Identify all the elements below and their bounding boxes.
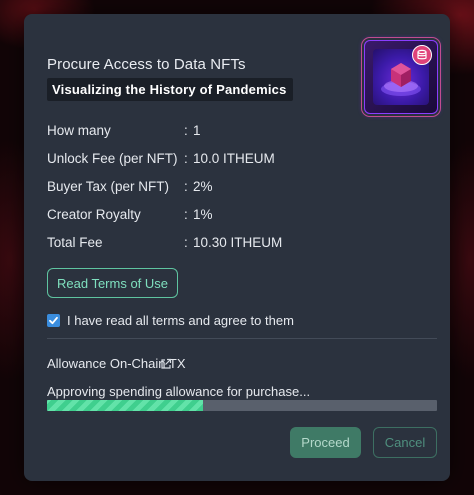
detail-separator: : [184,207,188,222]
detail-separator: : [184,151,188,166]
detail-row-unlock-fee: Unlock Fee (per NFT) : 10.0 ITHEUM [47,151,427,179]
external-link-icon[interactable] [160,357,172,369]
detail-row-quantity: How many : 1 [47,123,427,151]
read-terms-button[interactable]: Read Terms of Use [47,268,178,298]
approval-progress-bar [47,400,437,411]
detail-separator: : [184,235,188,250]
detail-row-total-fee: Total Fee : 10.30 ITHEUM [47,235,427,263]
detail-label: Creator Royalty [47,207,141,222]
detail-separator: : [184,179,188,194]
detail-label: Buyer Tax (per NFT) [47,179,170,194]
detail-separator: : [184,123,188,138]
database-icon [412,45,432,65]
detail-label: Unlock Fee (per NFT) [47,151,178,166]
nft-thumbnail [364,40,438,114]
cancel-button[interactable]: Cancel [373,427,437,458]
detail-value: 1% [193,207,213,222]
detail-value: 2% [193,179,213,194]
detail-row-buyer-tax: Buyer Tax (per NFT) : 2% [47,179,427,207]
agree-terms-checkbox[interactable] [47,314,60,327]
detail-label: Total Fee [47,235,103,250]
modal-title: Procure Access to Data NFTs [47,56,246,73]
detail-label: How many [47,123,111,138]
detail-value: 1 [193,123,201,138]
detail-row-creator-royalty: Creator Royalty : 1% [47,207,427,235]
proceed-button[interactable]: Proceed [290,427,361,458]
procure-access-modal: Procure Access to Data NFTs Visualizing … [24,14,450,481]
approval-status-text: Approving spending allowance for purchas… [47,384,311,399]
check-icon [49,316,58,325]
detail-value: 10.30 ITHEUM [193,235,283,250]
detail-value: 10.0 ITHEUM [193,151,275,166]
approval-progress-fill [47,400,203,411]
agree-terms-label[interactable]: I have read all terms and agree to them [67,313,294,328]
fee-details: How many : 1 Unlock Fee (per NFT) : 10.0… [47,123,427,263]
nft-name: Visualizing the History of Pandemics [47,78,293,101]
section-divider [47,338,437,339]
